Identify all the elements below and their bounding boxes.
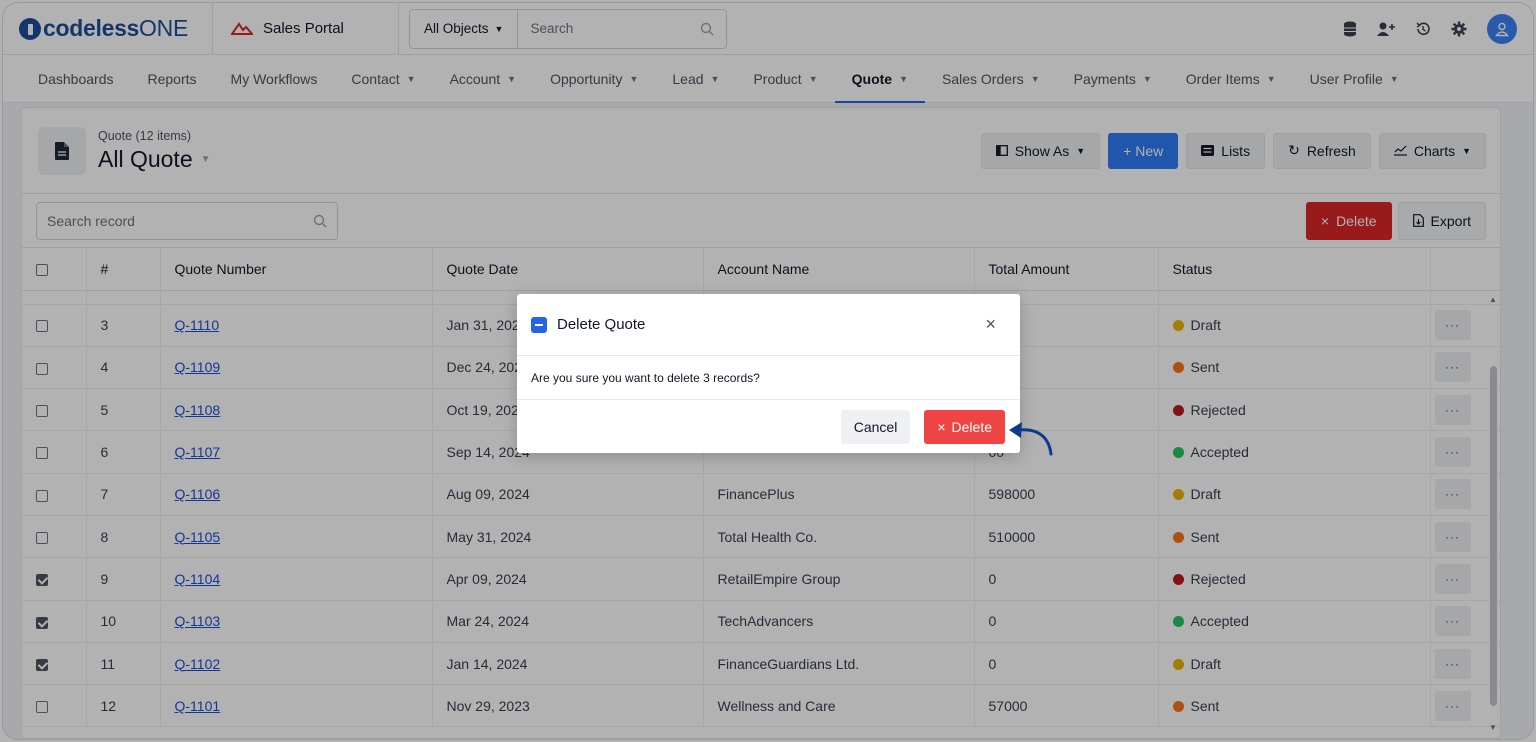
confirm-delete-label: Delete xyxy=(951,418,992,435)
delete-quote-dialog: Delete Quote × Are you sure you want to … xyxy=(517,294,1020,453)
dialog-header: Delete Quote × xyxy=(517,294,1020,356)
minus-square-icon xyxy=(531,316,547,333)
pointer-arrow-icon xyxy=(1009,422,1053,456)
dialog-message: Are you sure you want to delete 3 record… xyxy=(517,356,1020,400)
dialog-title: Delete Quote xyxy=(557,316,646,333)
cancel-label: Cancel xyxy=(853,418,898,435)
confirm-delete-button[interactable]: × Delete xyxy=(924,409,1005,444)
close-icon: × xyxy=(937,418,946,435)
close-icon[interactable]: × xyxy=(985,314,996,335)
cancel-button[interactable]: Cancel xyxy=(840,409,911,444)
dialog-footer: Cancel × Delete xyxy=(517,400,1020,453)
